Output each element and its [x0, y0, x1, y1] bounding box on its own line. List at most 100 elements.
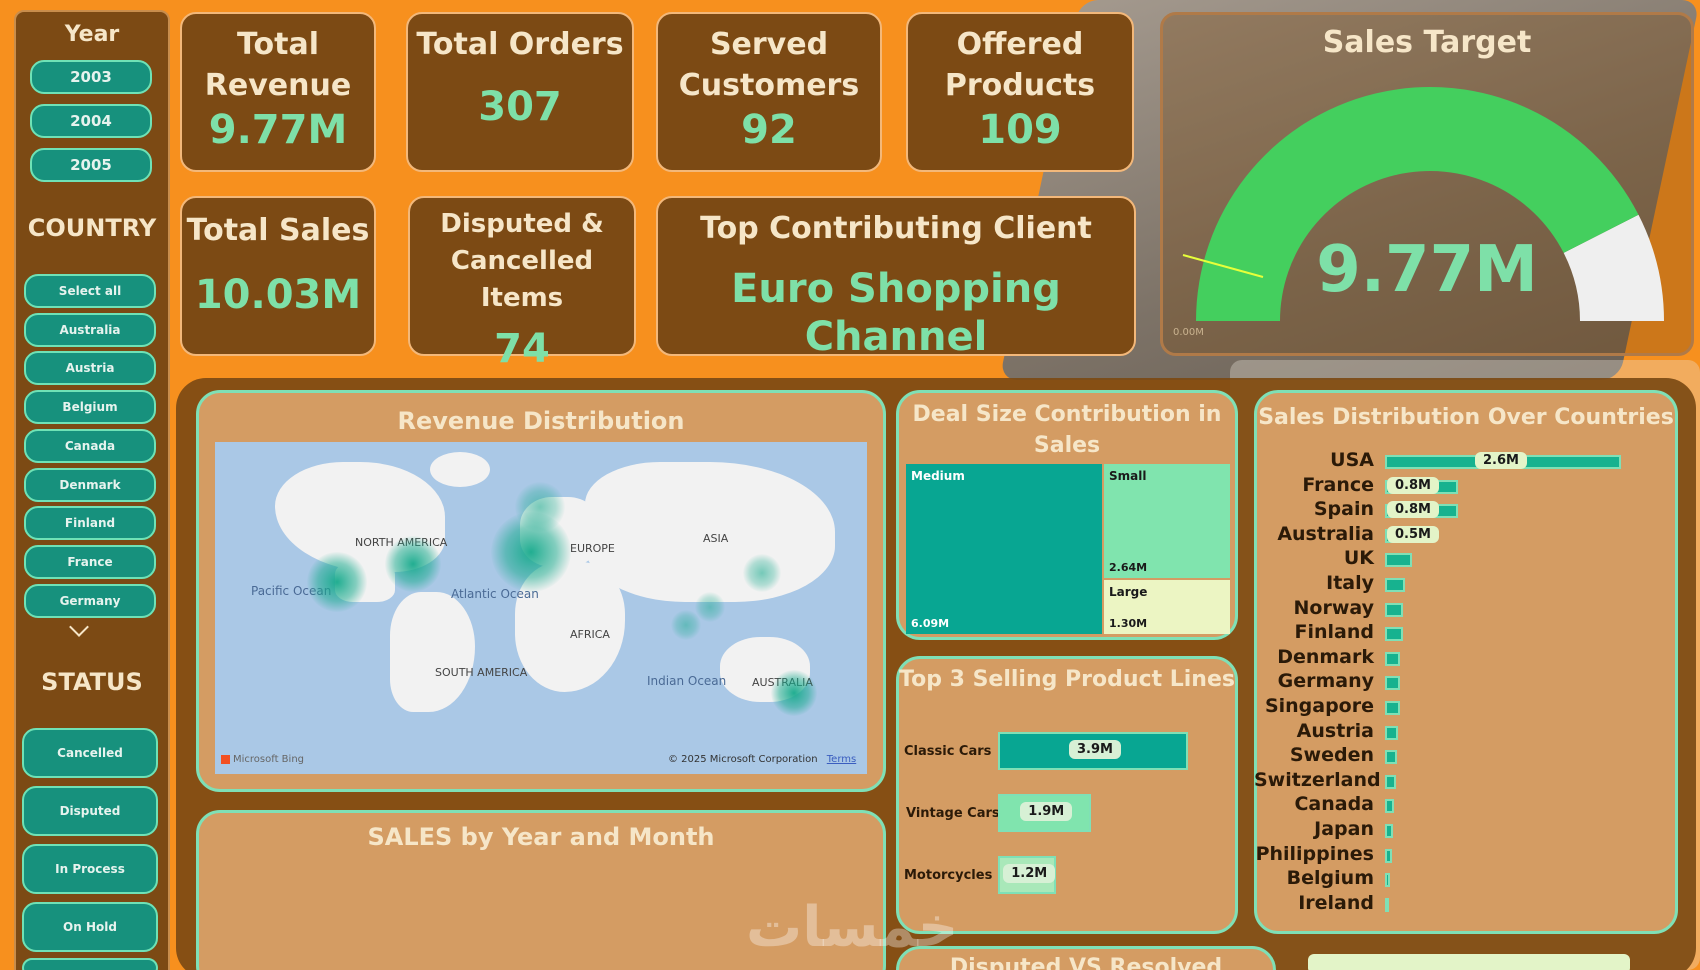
country-bar[interactable]: [1385, 627, 1404, 642]
country-finland-button[interactable]: Finland: [24, 506, 156, 541]
label-africa: AFRICA: [570, 628, 610, 641]
top-client-label: Top Contributing Client: [700, 211, 1092, 246]
offered-products-value: 109: [978, 107, 1062, 153]
map-bubble-east-us[interactable]: [385, 536, 441, 592]
disputed-value: 74: [494, 326, 550, 372]
country-bar[interactable]: [1385, 725, 1398, 740]
treemap-medium[interactable]: Medium 6.09M: [906, 464, 1102, 634]
map-bubble-scandinavia[interactable]: [515, 482, 565, 532]
year-2004-button[interactable]: 2004: [30, 104, 152, 138]
year-2005-button[interactable]: 2005: [30, 148, 152, 182]
map-bubble-singapore[interactable]: [695, 592, 725, 622]
country-label: Austria: [1296, 719, 1374, 742]
greenland-land: [430, 452, 490, 487]
country-bar[interactable]: [1385, 676, 1400, 691]
status-disputed-button[interactable]: Disputed: [22, 786, 158, 836]
country-label: Belgium: [1286, 867, 1374, 890]
treemap-small-value: 2.64M: [1109, 561, 1148, 574]
status-in-process-button[interactable]: In Process: [22, 844, 158, 894]
sales-countries-title: Sales Distribution Over Countries: [1258, 405, 1674, 430]
treemap-large-label: Large: [1109, 585, 1148, 599]
country-value: 2.6M: [1475, 452, 1527, 469]
top-product-lines-title: Top 3 Selling Product Lines: [899, 667, 1235, 692]
country-bar[interactable]: [1385, 897, 1389, 912]
country-value: 0.8M: [1387, 476, 1439, 494]
total-revenue-label-2: Revenue: [204, 68, 352, 103]
deal-size-title-1: Deal Size Contribution in: [912, 402, 1222, 427]
treemap-small[interactable]: Small 2.64M: [1104, 464, 1230, 578]
total-sales-value: 10.03M: [194, 272, 362, 318]
country-bar[interactable]: [1385, 553, 1413, 568]
country-bar[interactable]: [1385, 701, 1400, 715]
country-bar[interactable]: [1385, 750, 1397, 765]
year-2003-button[interactable]: 2003: [30, 60, 152, 94]
country-label: Canada: [1294, 793, 1374, 816]
country-label: USA: [1330, 449, 1374, 471]
map-bubble-west-us[interactable]: [307, 552, 367, 612]
country-label: Sweden: [1289, 744, 1374, 767]
country-value: 0.5M: [1387, 525, 1439, 543]
offered-products-label-1: Offered: [956, 27, 1084, 62]
country-bar[interactable]: [1385, 799, 1395, 814]
status-on-hold-button[interactable]: On Hold: [22, 902, 158, 952]
label-south-america: SOUTH AMERICA: [435, 666, 528, 679]
country-bar[interactable]: [1385, 774, 1396, 789]
deal-size-title-2: Sales: [1033, 433, 1101, 458]
country-bar[interactable]: [1385, 848, 1393, 863]
country-bar[interactable]: [1385, 873, 1390, 888]
total-orders-label: Total Orders: [416, 27, 624, 62]
sales-target-gauge: [1182, 86, 1664, 322]
gauge-min-label: 0.00M: [1173, 327, 1204, 338]
country-label: UK: [1343, 547, 1374, 570]
product-line-label: Vintage Cars: [906, 806, 1000, 821]
label-asia: ASIA: [703, 532, 729, 545]
country-label: Japan: [1314, 818, 1374, 840]
country-label: Spain: [1313, 498, 1374, 521]
map-copyright: © 2025 Microsoft Corporation: [668, 754, 818, 765]
country-germany-button[interactable]: Germany: [24, 583, 156, 618]
product-line-label: Classic Cars: [904, 744, 992, 759]
country-canada-button[interactable]: Canada: [24, 428, 156, 463]
country-filter-title: COUNTRY: [27, 214, 157, 242]
total-revenue-label-1: Total: [237, 27, 319, 62]
map-terms-link[interactable]: Terms: [827, 754, 856, 765]
product-line-label: Motorcycles: [904, 868, 993, 883]
top-client-value: Euro Shopping Channel: [731, 266, 1061, 360]
country-austria-button[interactable]: Austria: [24, 351, 156, 386]
watermark: خمسات: [746, 895, 959, 960]
disputed-label-1: Disputed &: [440, 209, 604, 239]
revenue-distribution-title: Revenue Distribution: [397, 407, 685, 435]
total-sales-card: Total Sales 10.03M: [180, 196, 376, 356]
country-australia-button[interactable]: Australia: [24, 312, 156, 347]
country-france-button[interactable]: France: [24, 544, 156, 579]
served-customers-label-2: Customers: [678, 68, 860, 103]
year-filter-title: Year: [64, 22, 120, 47]
country-bar[interactable]: [1385, 651, 1400, 666]
country-label: Australia: [1277, 522, 1374, 545]
country-belgium-button[interactable]: Belgium: [24, 390, 156, 425]
map-bubble-japan[interactable]: [743, 554, 781, 592]
disputed-label-2: Cancelled Items: [450, 246, 594, 313]
treemap-large[interactable]: Large 1.30M: [1104, 580, 1230, 634]
status-more-button[interactable]: [22, 958, 158, 970]
map-bubble-australia[interactable]: [771, 670, 817, 716]
total-orders-card: Total Orders 307: [406, 12, 634, 172]
country-label: Philippines: [1255, 842, 1374, 865]
offered-products-label-2: Products: [944, 68, 1096, 103]
revenue-map[interactable]: NORTH AMERICA EUROPE ASIA AFRICA SOUTH A…: [215, 442, 867, 774]
country-label: Italy: [1326, 572, 1374, 594]
country-bar[interactable]: [1385, 602, 1404, 617]
total-revenue-card: Total Revenue 9.77M: [180, 12, 376, 172]
status-cancelled-button[interactable]: Cancelled: [22, 728, 158, 778]
product-line-value: 1.9M: [1020, 802, 1073, 821]
total-orders-value: 307: [478, 84, 562, 130]
served-customers-card: Served Customers 92: [656, 12, 882, 172]
country-bar[interactable]: [1385, 578, 1405, 592]
total-sales-label: Total Sales: [186, 213, 370, 248]
country-select-all-button[interactable]: Select all: [24, 274, 156, 308]
country-bar[interactable]: [1385, 824, 1394, 838]
sales-target-value: 9.77M: [1316, 233, 1538, 307]
bing-label: Microsoft Bing: [233, 754, 305, 765]
microsoft-logo-icon: [221, 754, 230, 764]
country-denmark-button[interactable]: Denmark: [24, 467, 156, 502]
